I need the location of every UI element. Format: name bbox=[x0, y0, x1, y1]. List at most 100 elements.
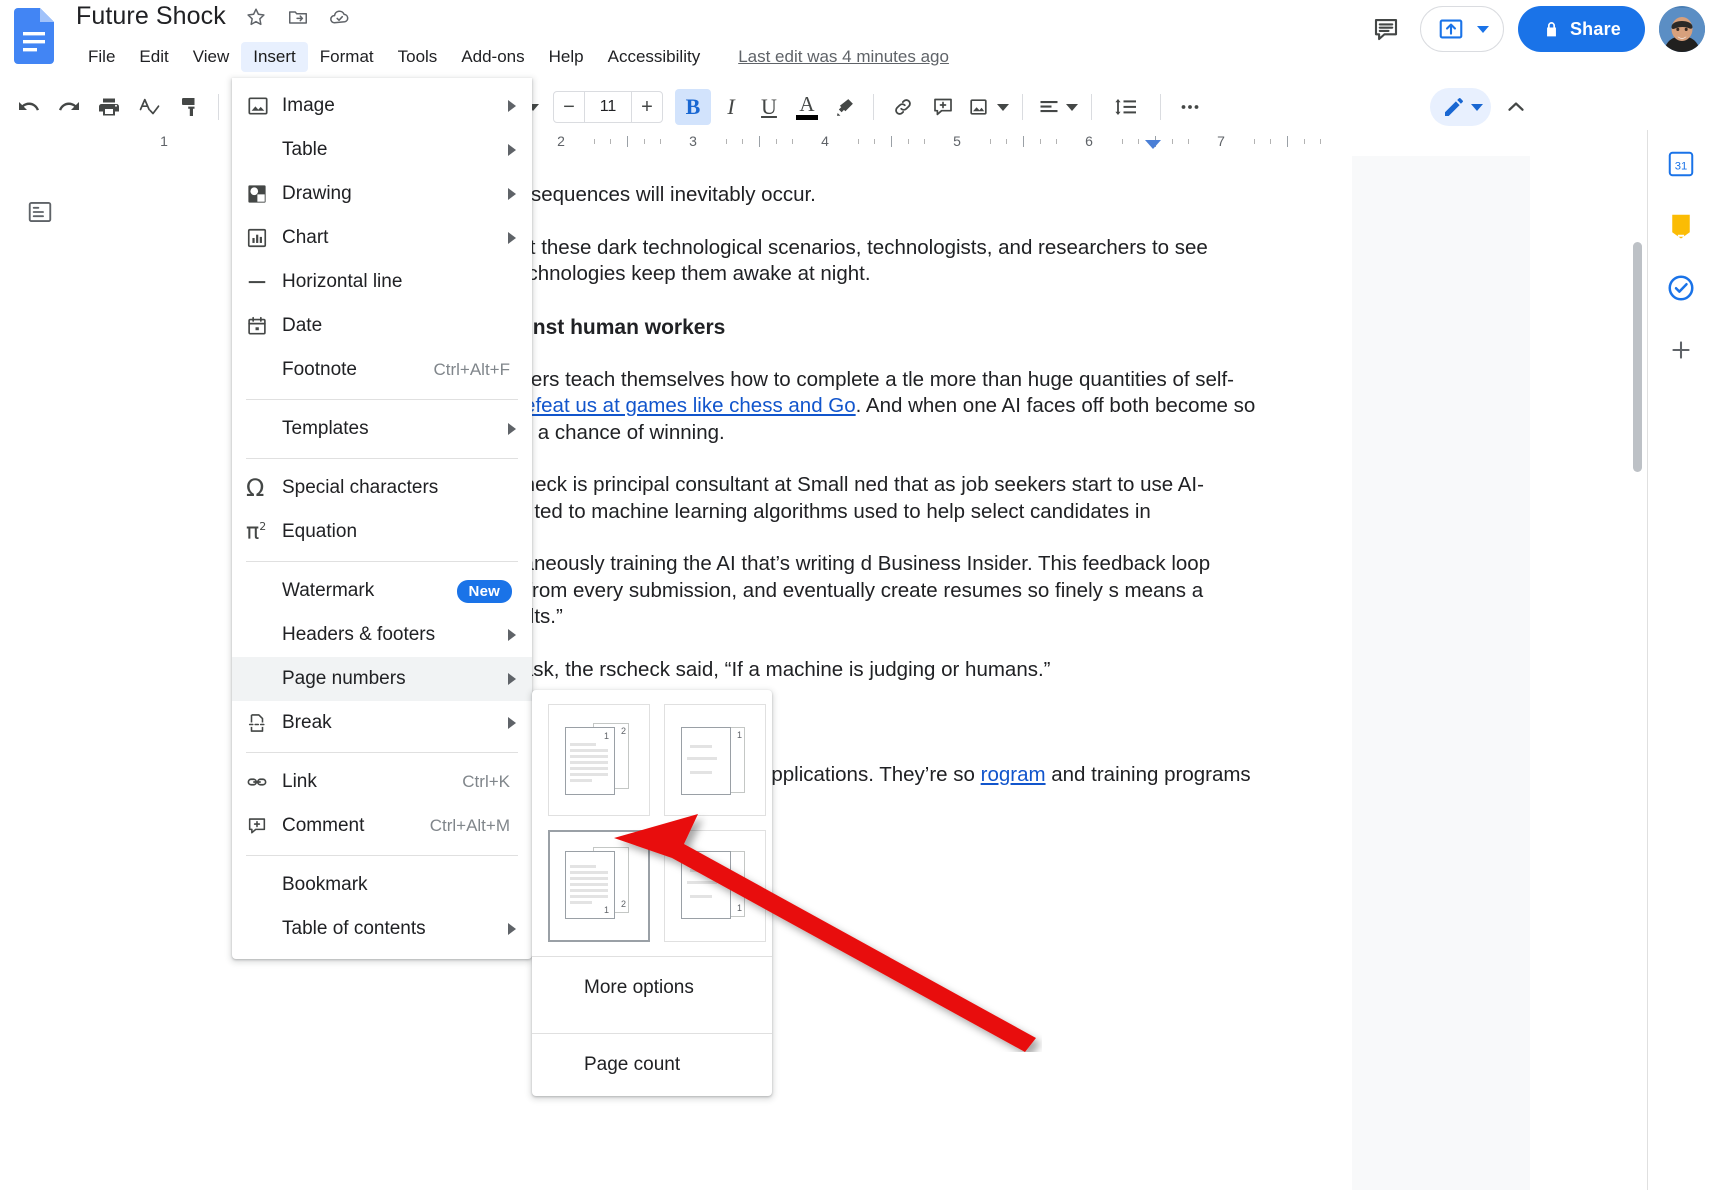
get-add-ons-plus-icon[interactable] bbox=[1661, 330, 1701, 370]
menu-item-page-numbers[interactable]: Page numbers bbox=[232, 657, 532, 701]
menu-tools[interactable]: Tools bbox=[386, 42, 450, 72]
drawing-icon bbox=[246, 183, 282, 205]
insert-menu-dropdown[interactable]: Image Table Drawing bbox=[232, 78, 532, 959]
google-tasks-icon[interactable] bbox=[1661, 268, 1701, 308]
page-number-thumbnail: 1 bbox=[679, 847, 751, 925]
page-number-thumbnail: 1 bbox=[679, 721, 751, 799]
menu-insert[interactable]: Insert bbox=[241, 42, 308, 72]
font-size-stepper[interactable]: − 11 + bbox=[553, 91, 663, 123]
menu-item-footnote[interactable]: Footnote Ctrl+Alt+F bbox=[232, 348, 532, 392]
font-size-decrease-button[interactable]: − bbox=[554, 91, 584, 123]
scrollbar-thumb[interactable] bbox=[1633, 242, 1642, 472]
last-edit-status[interactable]: Last edit was 4 minutes ago bbox=[738, 47, 949, 67]
menu-edit[interactable]: Edit bbox=[127, 42, 180, 72]
editing-mode-button[interactable] bbox=[1430, 88, 1491, 126]
menu-item-label: Drawing bbox=[282, 183, 352, 205]
highlight-color-button[interactable] bbox=[827, 89, 863, 125]
menu-item-table-of-contents[interactable]: Table of contents bbox=[232, 907, 532, 951]
menu-item-image[interactable]: Image bbox=[232, 84, 532, 128]
chevron-down-icon[interactable] bbox=[1066, 104, 1078, 111]
google-docs-logo-icon[interactable] bbox=[12, 8, 54, 64]
menu-item-comment[interactable]: Comment Ctrl+Alt+M bbox=[232, 804, 532, 848]
menu-item-label: Templates bbox=[282, 418, 369, 440]
menu-divider bbox=[246, 458, 518, 459]
menu-item-bookmark[interactable]: Bookmark bbox=[232, 863, 532, 907]
page-numbers-submenu[interactable]: 2 1 bbox=[532, 690, 772, 1096]
align-left-icon[interactable] bbox=[1033, 89, 1081, 125]
google-keep-icon[interactable] bbox=[1661, 206, 1701, 246]
highlight-color-icon bbox=[834, 96, 856, 118]
ruler-number: 1 bbox=[160, 133, 168, 149]
hide-menus-icon[interactable] bbox=[1497, 88, 1535, 126]
menu-divider bbox=[246, 561, 518, 562]
menu-add-ons[interactable]: Add-ons bbox=[449, 42, 536, 72]
ruler-track[interactable]: 1 2 3 4 5 6 7 bbox=[0, 130, 1530, 156]
star-icon[interactable] bbox=[244, 5, 268, 29]
spellcheck-icon[interactable] bbox=[130, 89, 168, 125]
more-options-menu-item[interactable]: More options bbox=[532, 957, 772, 1019]
page-number-thumbnail: 2 1 bbox=[563, 721, 635, 799]
italic-button[interactable]: I bbox=[713, 89, 749, 125]
google-calendar-icon[interactable]: 31 bbox=[1661, 144, 1701, 184]
italic-label: I bbox=[727, 96, 734, 118]
document-outline-icon[interactable] bbox=[26, 198, 54, 226]
chevron-down-icon[interactable] bbox=[997, 104, 1009, 111]
menu-item-watermark[interactable]: Watermark New bbox=[232, 569, 532, 613]
font-size-increase-button[interactable]: + bbox=[632, 91, 662, 123]
page-number-option-top-right-skip-first[interactable]: 1 bbox=[664, 704, 766, 816]
add-comment-icon[interactable] bbox=[924, 89, 962, 125]
menu-help[interactable]: Help bbox=[537, 42, 596, 72]
menu-item-break[interactable]: Break bbox=[232, 701, 532, 745]
chevron-down-icon[interactable] bbox=[1471, 104, 1483, 111]
insert-image-icon[interactable] bbox=[964, 89, 1012, 125]
page-title[interactable]: Future Shock bbox=[76, 2, 226, 31]
paint-format-icon[interactable] bbox=[170, 89, 208, 125]
menu-item-equation[interactable]: π2 Equation bbox=[232, 510, 532, 554]
font-size-input[interactable]: 11 bbox=[584, 91, 632, 123]
menu-item-templates[interactable]: Templates bbox=[232, 407, 532, 451]
menu-item-table[interactable]: Table bbox=[232, 128, 532, 172]
menu-item-horizontal-line[interactable]: Horizontal line bbox=[232, 260, 532, 304]
chevron-right-icon bbox=[508, 717, 516, 729]
date-icon bbox=[246, 315, 282, 337]
more-options-icon[interactable] bbox=[1171, 89, 1209, 125]
share-button[interactable]: Share bbox=[1518, 6, 1645, 52]
right-indent-marker[interactable] bbox=[1145, 140, 1161, 149]
page-count-menu-item[interactable]: Page count bbox=[532, 1034, 772, 1096]
bold-button[interactable]: B bbox=[675, 89, 711, 125]
menu-item-drawing[interactable]: Drawing bbox=[232, 172, 532, 216]
avatar[interactable] bbox=[1659, 6, 1705, 52]
chevron-down-icon[interactable] bbox=[1477, 26, 1489, 33]
comment-history-icon[interactable] bbox=[1366, 9, 1406, 49]
present-button[interactable] bbox=[1420, 6, 1504, 52]
move-to-folder-icon[interactable] bbox=[286, 5, 310, 29]
ruler-number: 5 bbox=[953, 133, 961, 149]
menu-file[interactable]: File bbox=[76, 42, 127, 72]
page-number-option-bottom-right-skip-first[interactable]: 1 bbox=[664, 830, 766, 942]
menu-item-chart[interactable]: Chart bbox=[232, 216, 532, 260]
underline-button[interactable]: U bbox=[751, 89, 787, 125]
insert-link-icon[interactable] bbox=[884, 89, 922, 125]
menu-accessibility[interactable]: Accessibility bbox=[596, 42, 713, 72]
menu-view[interactable]: View bbox=[181, 42, 242, 72]
print-icon[interactable] bbox=[90, 89, 128, 125]
redo-icon[interactable] bbox=[50, 89, 88, 125]
menu-item-link[interactable]: Link Ctrl+K bbox=[232, 760, 532, 804]
cloud-saved-icon[interactable] bbox=[328, 5, 352, 29]
vertical-scrollbar[interactable] bbox=[1631, 160, 1644, 1190]
undo-icon[interactable] bbox=[10, 89, 48, 125]
page-number-option-top-right[interactable]: 2 1 bbox=[548, 704, 650, 816]
line-spacing-icon[interactable] bbox=[1102, 89, 1150, 125]
ruler-number: 3 bbox=[689, 133, 697, 149]
menu-item-label: Special characters bbox=[282, 477, 438, 499]
text-color-button[interactable]: A bbox=[789, 89, 825, 125]
menu-item-date[interactable]: Date bbox=[232, 304, 532, 348]
menu-item-shortcut: Ctrl+Alt+F bbox=[433, 360, 510, 380]
page-number-option-bottom-right[interactable]: 2 1 bbox=[548, 830, 650, 942]
menu-format[interactable]: Format bbox=[308, 42, 386, 72]
inline-link[interactable]: rogram bbox=[981, 763, 1046, 786]
menu-item-headers-footers[interactable]: Headers & footers bbox=[232, 613, 532, 657]
menu-item-special-characters[interactable]: Ω Special characters bbox=[232, 466, 532, 510]
chevron-right-icon bbox=[508, 629, 516, 641]
horizontal-ruler[interactable]: 1 2 3 4 5 6 7 bbox=[0, 130, 1530, 156]
